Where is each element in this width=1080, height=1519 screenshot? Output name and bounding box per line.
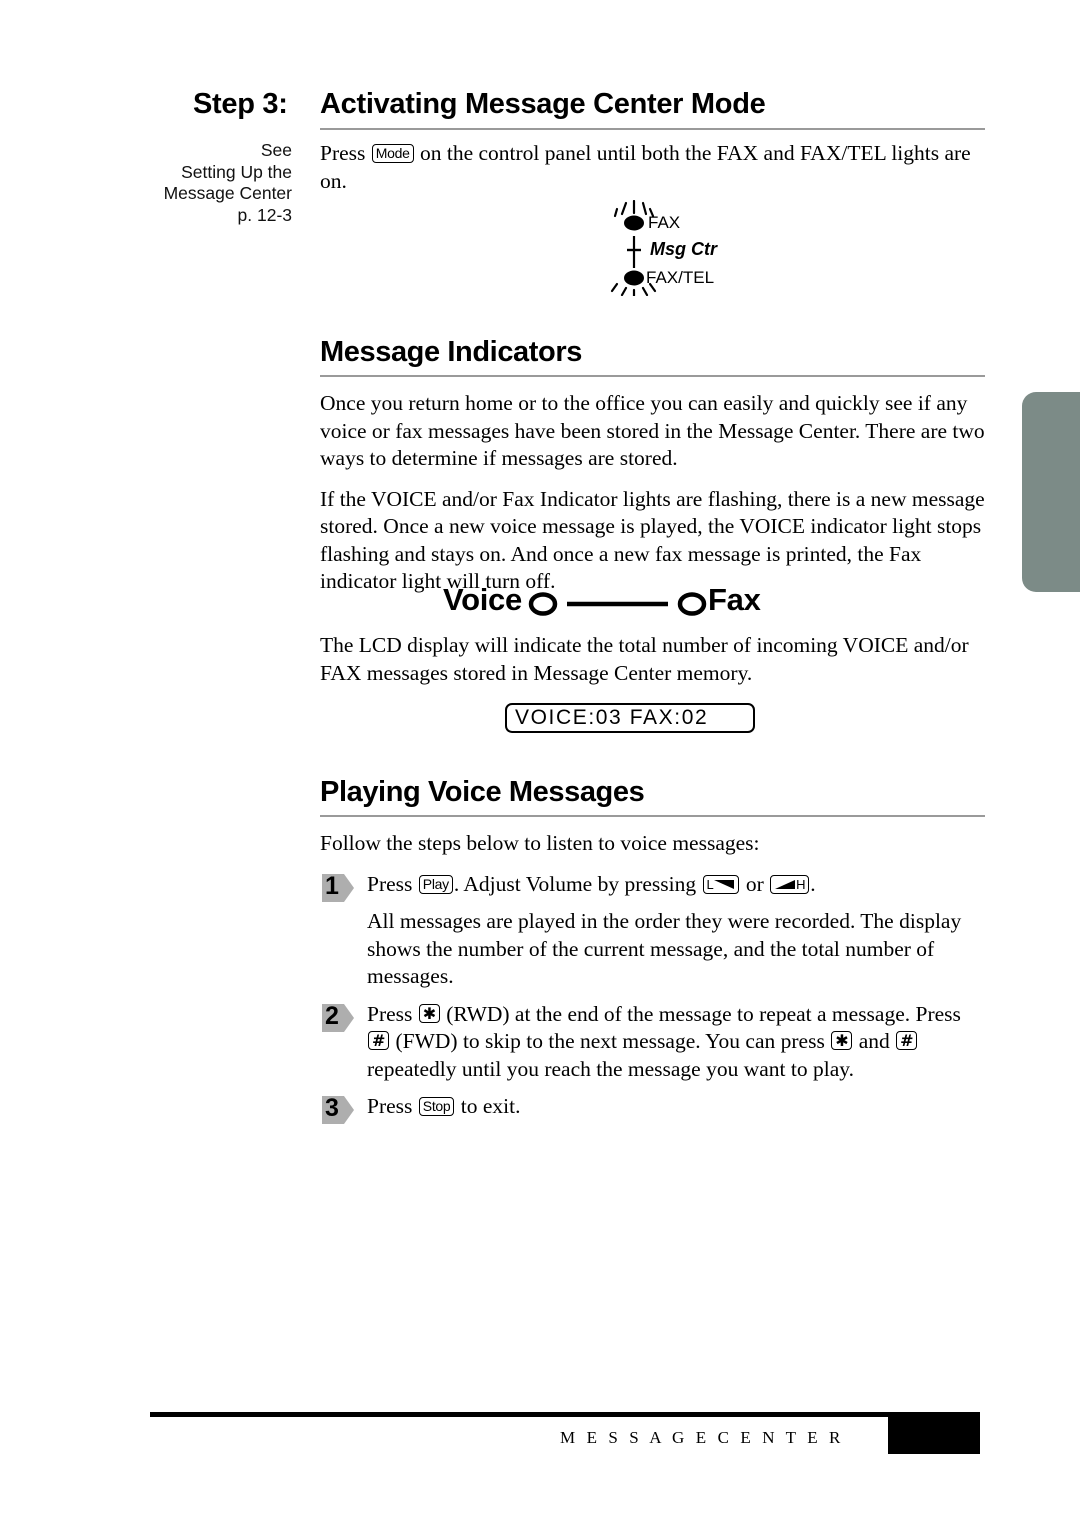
hash-key-icon-2: #	[896, 1031, 918, 1050]
voice-indicator-label: Voice	[443, 582, 522, 617]
volume-down-key-icon: L	[702, 874, 740, 894]
intro-text-before: Press	[320, 141, 366, 165]
step-2-text-1: Press	[367, 1001, 413, 1026]
asterisk-key-icon: ✱	[418, 1003, 440, 1023]
step-2-text-3: (FWD) to skip to the next message. You c…	[395, 1029, 825, 1053]
message-indicators-section: Message Indicators Once you return home …	[320, 336, 988, 609]
step-2-text-5: repeatedly until you reach the message y…	[367, 1056, 854, 1081]
section-rule	[320, 375, 985, 377]
message-indicators-paragraph-1: Once you return home or to the office yo…	[320, 391, 985, 470]
play-key-icon: Play	[418, 874, 453, 894]
step-1-text-1: Press	[367, 871, 413, 896]
volume-up-label: H	[796, 876, 806, 892]
footer-rule	[150, 1412, 890, 1417]
step-3-body: Press Stop to exit.	[367, 1093, 988, 1121]
step-3-text-2: to exit.	[460, 1094, 521, 1118]
fax-led-lamp	[624, 215, 644, 231]
margin-note-line-1: See	[260, 140, 292, 160]
step-marker-3: 3	[320, 1094, 360, 1125]
asterisk-key-icon-2: ✱	[831, 1031, 853, 1050]
intro-paragraph: Press Mode on the control panel until bo…	[320, 140, 988, 195]
margin-note-line-4: p. 12-3	[237, 204, 292, 225]
lcd-display: VOICE:03 FAX:02	[505, 703, 755, 733]
manual-page: Step 3: Activating Message Center Mode S…	[0, 0, 1080, 1519]
intro-block: Press Mode on the control panel until bo…	[320, 140, 988, 208]
step-header-rule	[320, 128, 985, 130]
step-2-body: Press ✱ (RWD) at the end of the message …	[367, 1001, 988, 1084]
section-heading-playing-voice-messages: Playing Voice Messages	[320, 776, 645, 808]
intro-text-after: on the control panel until both the FAX …	[320, 141, 971, 193]
list-item: 1 Press Play. Adjust Volume by pressing …	[320, 871, 988, 991]
lcd-description-block: The LCD display will indicate the total …	[320, 632, 988, 700]
lcd-display-text: VOICE:03 FAX:02	[515, 706, 709, 729]
playing-voice-messages-section: Playing Voice Messages Follow the steps …	[320, 776, 988, 1131]
step-3-text-1: Press	[367, 1094, 413, 1118]
step-1-sub-paragraph: All messages are played in the order the…	[367, 909, 962, 988]
lcd-description-paragraph: The LCD display will indicate the total …	[320, 633, 969, 685]
stop-key-icon: Stop	[418, 1097, 455, 1116]
section-rule-2	[320, 815, 985, 817]
volume-down-label: L	[706, 876, 714, 892]
step-marker-1: 1	[320, 871, 360, 903]
step-1-text-2: . Adjust Volume by pressing	[453, 871, 697, 896]
list-item: 3 Press Stop to exit.	[320, 1093, 988, 1124]
step-1-text-4: .	[810, 871, 816, 896]
fax-led-lamp-outline	[677, 592, 707, 616]
step-2-text-2: (RWD) at the end of the message to repea…	[446, 1001, 961, 1026]
led-label-fax: FAX	[648, 213, 681, 232]
list-item: 2 Press ✱ (RWD) at the end of the messag…	[320, 1001, 988, 1084]
led-label-fax-tel: FAX/TEL	[646, 268, 715, 287]
led-label-msg-ctr: Msg Ctr	[650, 239, 717, 259]
voice-fax-leds-svg	[528, 592, 707, 616]
footer-tab	[888, 1412, 980, 1454]
page-title: Activating Message Center Mode	[320, 88, 766, 120]
step-marker-2: 2	[320, 1001, 360, 1033]
edge-thumb-tab	[1022, 392, 1080, 592]
step-1-body: Press Play. Adjust Volume by pressing L …	[367, 871, 988, 899]
fax-indicator-label: Fax	[708, 582, 761, 617]
voice-led-lamp	[528, 592, 558, 616]
step-number-2: 2	[325, 1001, 339, 1030]
step-2-text-4: and	[858, 1029, 890, 1053]
step-number-label: Step 3:	[193, 88, 288, 120]
hash-key-icon: #	[368, 1031, 390, 1050]
fax-tel-led-lamp	[624, 270, 644, 286]
step-1-text-3: or	[745, 871, 764, 896]
message-indicators-paragraph-2: If the VOICE and/or Fax Indicator lights…	[320, 486, 985, 594]
margin-note: See Setting Up the Message Center p. 12-…	[130, 140, 292, 226]
playing-voice-messages-intro: Follow the steps below to listen to voic…	[320, 831, 760, 855]
margin-note-line-3: Message Center	[163, 183, 292, 203]
volume-up-key-icon: H	[770, 874, 810, 894]
footer-text: M E S S A G E C E N T E R	[560, 1428, 844, 1447]
mode-key-icon: Mode	[371, 144, 414, 163]
step-number-1: 1	[325, 871, 339, 900]
step-header: Step 3: Activating Message Center Mode	[150, 88, 990, 136]
voice-fax-indicator-graphic: Voice Fax	[443, 582, 773, 626]
section-heading-message-indicators: Message Indicators	[320, 336, 582, 368]
step-number-3: 3	[325, 1094, 339, 1122]
led-indicator-diagram: FAX Msg Ctr FAX/TEL	[600, 199, 790, 298]
margin-note-line-2: Setting Up the	[181, 161, 292, 182]
